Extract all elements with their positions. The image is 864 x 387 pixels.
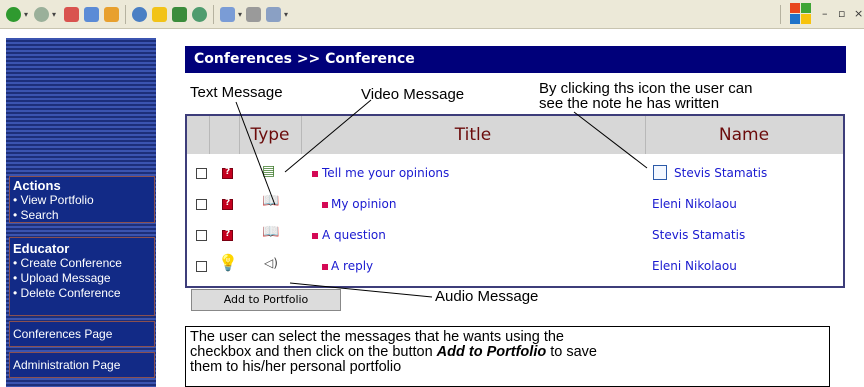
browser-toolbar: ▾ ▾ ▾ ▾ – ▫ × xyxy=(0,0,864,29)
back-icon[interactable] xyxy=(6,7,21,22)
stop-icon[interactable] xyxy=(64,7,79,22)
video-message-annotation: Video Message xyxy=(361,86,465,103)
search-icon[interactable] xyxy=(132,7,147,22)
lightbulb-icon: 💡 xyxy=(218,253,238,272)
minimize-icon[interactable]: – xyxy=(822,7,828,20)
toolbar-separator xyxy=(125,5,126,24)
note-hint-annotation-line2: see the note he has written xyxy=(539,95,720,112)
conferences-page-label: Conferences Page xyxy=(13,327,113,341)
history-icon[interactable] xyxy=(192,7,207,22)
explanation-line-3: them to his/her personal portfolio xyxy=(190,359,402,375)
back-dropdown-icon[interactable]: ▾ xyxy=(24,10,28,19)
bullet-icon xyxy=(312,171,318,177)
actions-section: Actions • View Portfolio • Search xyxy=(9,176,155,223)
delete-conference-link[interactable]: • Delete Conference xyxy=(10,286,154,301)
message-title-link[interactable]: A reply xyxy=(331,259,373,273)
text-message-icon[interactable]: 📖 xyxy=(262,224,279,240)
author-name-link[interactable]: Stevis Stamatis xyxy=(674,166,767,180)
explanation-line-2-pre: checkbox and then click on the button xyxy=(190,344,437,360)
print-icon[interactable] xyxy=(246,7,261,22)
explanation-line-2: checkbox and then click on the button Ad… xyxy=(190,345,829,360)
edit-dropdown-icon[interactable]: ▾ xyxy=(284,10,288,19)
conferences-page-link[interactable]: Conferences Page xyxy=(9,321,155,347)
favorites-icon[interactable] xyxy=(152,7,167,22)
name-column-header: Name xyxy=(718,125,770,145)
create-conference-link[interactable]: • Create Conference xyxy=(10,256,154,271)
media-icon[interactable] xyxy=(172,7,187,22)
forward-dropdown-icon[interactable]: ▾ xyxy=(52,10,56,19)
home-icon[interactable] xyxy=(104,7,119,22)
audio-message-annotation: Audio Message xyxy=(435,288,539,305)
close-icon[interactable]: × xyxy=(854,7,863,20)
title-column-header: Title xyxy=(454,125,492,145)
message-title-link[interactable]: Tell me your opinions xyxy=(322,166,449,180)
upload-message-link[interactable]: • Upload Message xyxy=(10,271,154,286)
type-column-header: Type xyxy=(250,125,290,145)
add-to-portfolio-button[interactable]: Add to Portfolio xyxy=(191,289,341,311)
row-checkbox[interactable] xyxy=(196,199,207,210)
message-status-icon xyxy=(222,229,233,241)
administration-page-link[interactable]: Administration Page xyxy=(9,352,155,378)
mail-icon[interactable] xyxy=(220,7,235,22)
explanation-box: The user can select the messages that he… xyxy=(185,326,830,387)
view-portfolio-link[interactable]: • View Portfolio xyxy=(10,193,154,208)
windows-logo-icon xyxy=(790,3,812,25)
table-row: ▤ Tell me your opinions Stevis Stamatis xyxy=(187,158,843,189)
toolbar-separator xyxy=(213,5,214,24)
forward-icon[interactable] xyxy=(34,7,49,22)
table-row: 📖 My opinion Eleni Nikolaou xyxy=(187,189,843,220)
table-header-row: Type Title Name xyxy=(187,116,843,154)
video-message-icon[interactable]: ▤ xyxy=(262,163,275,179)
administration-page-label: Administration Page xyxy=(13,358,121,372)
message-title-link[interactable]: A question xyxy=(322,228,386,242)
note-icon[interactable] xyxy=(653,165,667,180)
explanation-line-1: The user can select the messages that he… xyxy=(190,329,564,345)
search-link[interactable]: • Search xyxy=(10,208,154,223)
text-message-annotation: Text Message xyxy=(190,84,283,101)
breadcrumb: Conferences >> Conference xyxy=(185,46,846,73)
restore-icon[interactable]: ▫ xyxy=(838,7,845,20)
messages-table: Type Title Name ▤ Tell me your opinions … xyxy=(185,114,845,288)
bullet-icon xyxy=(312,233,318,239)
icon-column-header xyxy=(216,116,239,154)
column-divider xyxy=(645,116,646,154)
explanation-line-2-bold: Add to Portfolio xyxy=(436,344,547,360)
table-row: 💡 ◁) A reply Eleni Nikolaou xyxy=(187,251,843,282)
bullet-icon xyxy=(322,202,328,208)
actions-title: Actions xyxy=(13,178,61,193)
message-status-icon xyxy=(222,198,233,210)
bullet-icon xyxy=(322,264,328,270)
explanation-line-2-post: to save xyxy=(546,344,597,360)
audio-message-icon[interactable]: ◁) xyxy=(264,256,278,270)
column-divider xyxy=(301,116,302,154)
text-message-icon[interactable]: 📖 xyxy=(262,193,279,209)
author-name-link[interactable]: Eleni Nikolaou xyxy=(652,197,737,211)
message-title-link[interactable]: My opinion xyxy=(331,197,396,211)
refresh-icon[interactable] xyxy=(84,7,99,22)
author-name-link[interactable]: Eleni Nikolaou xyxy=(652,259,737,273)
page: ▾ ▾ ▾ ▾ – ▫ × Actions • View Portfolio •… xyxy=(0,0,864,387)
row-checkbox[interactable] xyxy=(196,230,207,241)
column-divider xyxy=(209,116,210,154)
author-name-link[interactable]: Stevis Stamatis xyxy=(652,228,745,242)
toolbar-separator xyxy=(780,5,781,24)
select-column-header xyxy=(187,116,216,154)
educator-title: Educator xyxy=(13,241,70,256)
edit-icon[interactable] xyxy=(266,7,281,22)
row-checkbox[interactable] xyxy=(196,168,207,179)
table-row: 📖 A question Stevis Stamatis xyxy=(187,220,843,251)
message-status-icon xyxy=(222,167,233,179)
educator-section: Educator • Create Conference • Upload Me… xyxy=(9,237,155,316)
column-divider xyxy=(239,116,240,154)
row-checkbox[interactable] xyxy=(196,261,207,272)
mail-dropdown-icon[interactable]: ▾ xyxy=(238,10,242,19)
